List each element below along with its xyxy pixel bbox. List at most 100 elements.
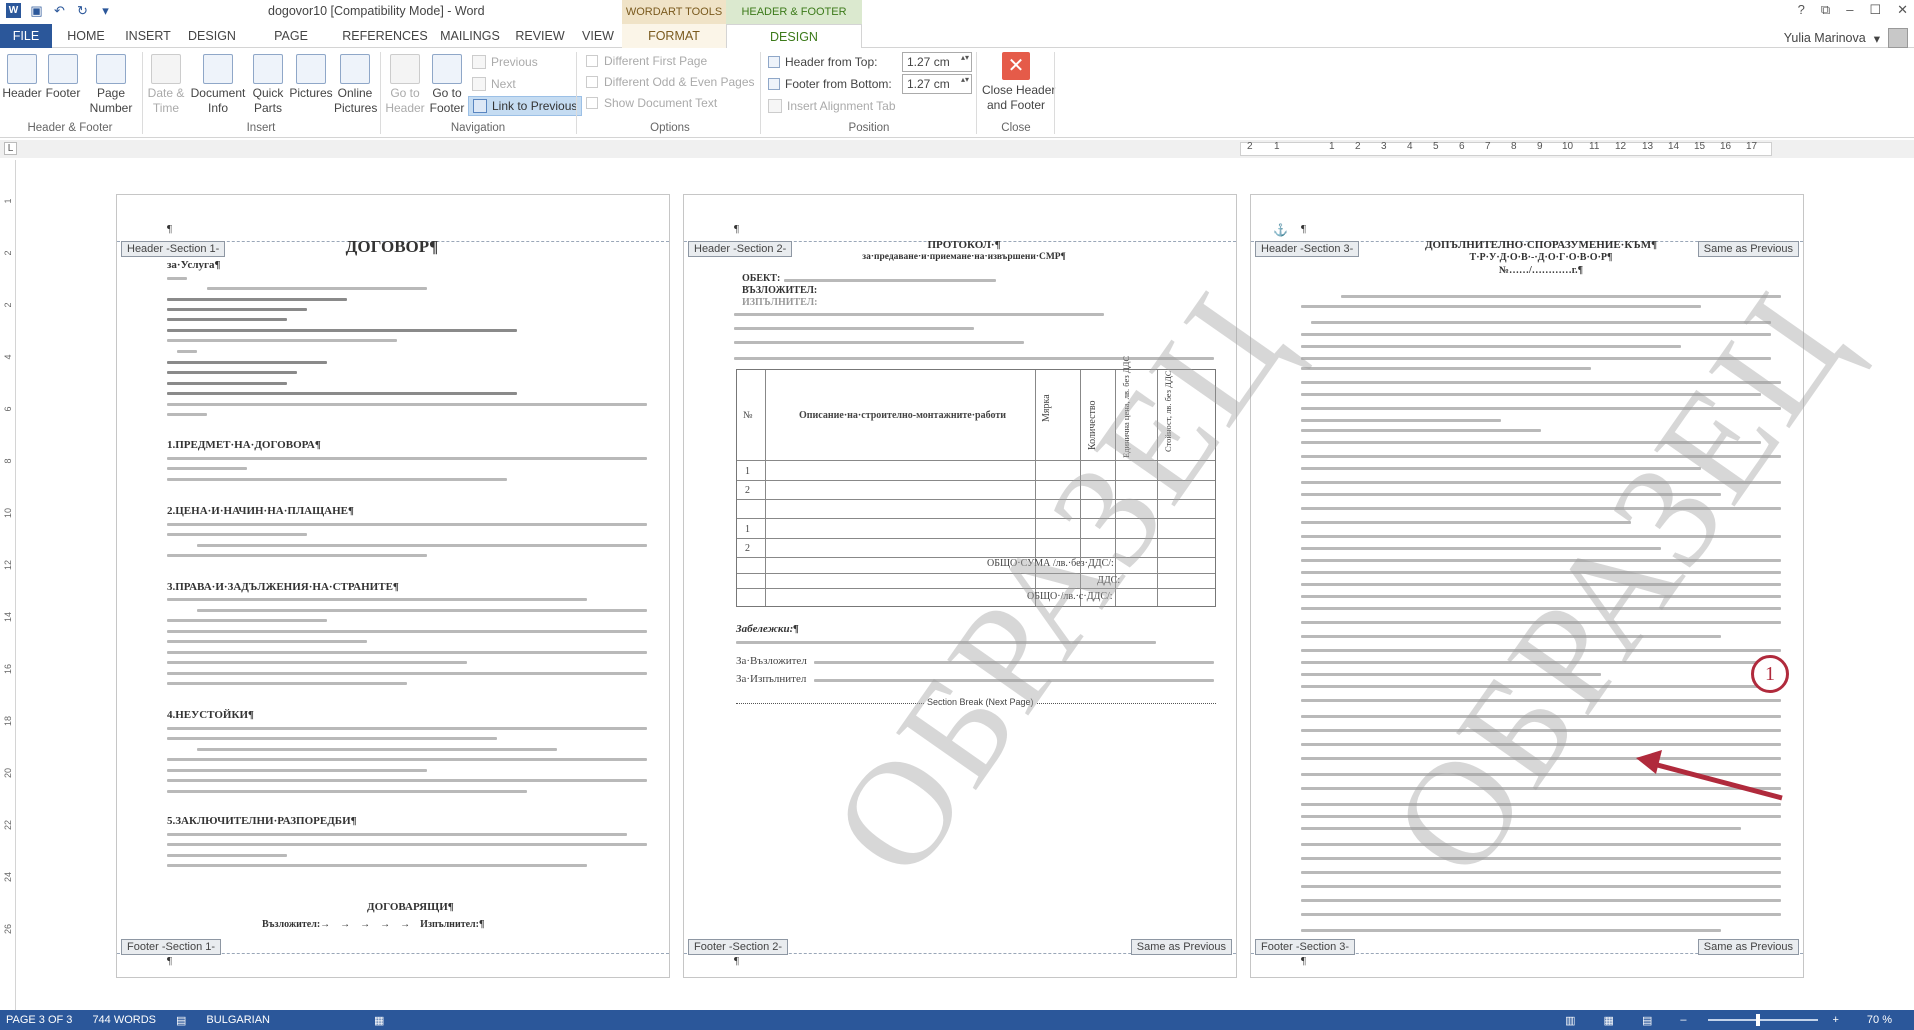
header-icon	[7, 54, 37, 84]
row-5-number: 2	[745, 543, 750, 554]
page-1-title: ДОГОВОР¶	[345, 237, 439, 256]
page-2-notes: Забележки:¶	[736, 623, 799, 635]
page-2-title: ПРОТОКОЛ·¶	[927, 239, 1001, 251]
tab-hf-design[interactable]: DESIGN	[726, 24, 862, 49]
show-document-text-checkbox[interactable]: Show Document Text	[586, 96, 717, 110]
next-button[interactable]: Next	[472, 74, 516, 94]
page-count[interactable]: PAGE 3 OF 3	[6, 1014, 72, 1026]
save-icon[interactable]: ▣	[29, 3, 44, 18]
zoom-slider[interactable]	[1708, 1014, 1819, 1026]
window-title: dogovor10 [Compatibility Mode] - Word	[268, 4, 485, 18]
tab-format[interactable]: FORMAT	[622, 24, 726, 48]
page-3-subtitle: Т·Р·У·Д·О·В·-·Д·О·Г·О·В·О·Р¶	[1469, 252, 1613, 263]
different-first-page-checkbox[interactable]: Different First Page	[586, 54, 707, 68]
tab-view[interactable]: VIEW	[576, 24, 620, 48]
window-controls: ? ⧉ – ☐ ✕	[1798, 2, 1908, 18]
col-number: №	[743, 410, 753, 421]
avatar	[1888, 28, 1908, 48]
vertical-ruler[interactable]: 1 2 2 4 6 8 10 12 14 16 18 20 22 24 26	[0, 160, 16, 1010]
maximize-icon[interactable]: ☐	[1869, 2, 1881, 18]
online-pictures-button[interactable]: Online Pictures	[334, 54, 377, 116]
close-header-footer-button[interactable]: ✕ Close Header and Footer	[982, 52, 1055, 113]
go-to-footer-button[interactable]: Go to Footer	[426, 54, 468, 116]
zoom-in-icon[interactable]: +	[1832, 1014, 1838, 1026]
tab-file[interactable]: FILE	[0, 24, 52, 48]
insert-alignment-tab-button[interactable]: Insert Alignment Tab	[768, 96, 896, 116]
previous-button[interactable]: Previous	[472, 52, 538, 72]
pictures-button[interactable]: Pictures	[288, 54, 334, 101]
tab-review[interactable]: REVIEW	[512, 24, 568, 48]
col-quantity: Количество	[1087, 400, 1098, 450]
ribbon-display-icon[interactable]: ⧉	[1821, 2, 1830, 18]
read-mode-icon[interactable]: ▥	[1565, 1014, 1575, 1027]
tab-insert[interactable]: INSERT	[120, 24, 176, 48]
tab-page-layout[interactable]: PAGE LAYOUT	[248, 24, 334, 67]
print-layout-icon[interactable]: ▦	[1604, 1014, 1614, 1027]
header-section-1-tag: Header -Section 1-	[121, 241, 226, 257]
document-canvas[interactable]: ¶ Header -Section 1- ДОГОВОР¶ за·Услуга¶…	[16, 158, 1914, 1010]
section-break-label: Section Break (Next Page)	[924, 697, 1037, 707]
macro-icon[interactable]: ▦	[374, 1014, 384, 1027]
group-label-options: Options	[650, 122, 690, 134]
web-layout-icon[interactable]: ▤	[1642, 1014, 1652, 1027]
footer-section-3-tag: Footer -Section 3-	[1255, 939, 1356, 955]
annotation-arrow-icon	[1636, 750, 1783, 801]
footer-section-3-same-as-previous: Same as Previous	[1697, 939, 1799, 955]
link-to-previous-button[interactable]: Link to Previous	[468, 96, 583, 116]
row-1-number: 1	[745, 466, 750, 477]
header-position-icon	[768, 56, 780, 68]
header-section-3-same-as-previous: Same as Previous	[1697, 241, 1799, 257]
footer-from-bottom-input[interactable]: 1.27 cm	[902, 74, 972, 94]
status-bar: PAGE 3 OF 3 744 WORDS ▤ BULGARIAN ▦ ▥ ▦ …	[0, 1010, 1914, 1030]
page-number-button[interactable]: Page Number	[86, 54, 136, 116]
date-time-button[interactable]: Date & Time	[144, 54, 188, 116]
tab-selector[interactable]: L	[4, 142, 17, 155]
group-label-position: Position	[848, 122, 890, 134]
word-count[interactable]: 744 WORDS	[92, 1014, 156, 1026]
ruler-bar	[1240, 142, 1772, 156]
footer-section-2-tag: Footer -Section 2-	[688, 939, 789, 955]
help-icon[interactable]: ?	[1798, 2, 1805, 18]
zoom-controls: ▥ ▦ ▤ – + 70 %	[1559, 1010, 1906, 1030]
proofing-icon[interactable]: ▤	[176, 1014, 186, 1027]
footer-button[interactable]: Footer	[42, 54, 84, 101]
title-bar: W ▣ ↶ ↻ ▾ dogovor10 [Compatibility Mode]…	[0, 0, 1914, 42]
header-from-top-input[interactable]: 1.27 cm	[902, 52, 972, 72]
link-icon	[473, 99, 487, 113]
redo-icon[interactable]: ↻	[75, 3, 90, 18]
zoom-level[interactable]: 70 %	[1867, 1014, 1892, 1026]
footer-icon	[48, 54, 78, 84]
minimize-icon[interactable]: –	[1846, 2, 1853, 18]
page-1[interactable]: ¶ Header -Section 1- ДОГОВОР¶ за·Услуга¶…	[116, 194, 670, 978]
group-label-close: Close	[1001, 122, 1031, 134]
different-odd-even-checkbox[interactable]: Different Odd & Even Pages	[586, 75, 755, 89]
user-account[interactable]: Yulia Marinova ▾	[1784, 28, 1908, 48]
tab-home[interactable]: HOME	[60, 24, 112, 48]
tab-references[interactable]: REFERENCES	[342, 24, 428, 48]
page-number-icon	[96, 54, 126, 84]
online-pictures-icon	[340, 54, 370, 84]
go-to-header-button[interactable]: Go to Header	[384, 54, 426, 116]
horizontal-ruler[interactable]: L 2 1 1 2 3 4 5 6 7 8 9 10 11 12 13 14 1…	[0, 140, 1914, 158]
customize-qat-icon[interactable]: ▾	[98, 3, 113, 18]
language[interactable]: BULGARIAN	[206, 1014, 270, 1026]
zoom-out-icon[interactable]: –	[1680, 1014, 1686, 1026]
tab-mailings[interactable]: MAILINGS	[436, 24, 504, 48]
tab-design[interactable]: DESIGN	[184, 24, 240, 48]
header-button[interactable]: Header	[2, 54, 42, 101]
page-2[interactable]: ¶ Header -Section 2- ПРОТОКОЛ·¶ за·преда…	[683, 194, 1237, 978]
document-info-button[interactable]: Document Info	[188, 54, 248, 116]
footer-section-1-tag: Footer -Section 1-	[121, 939, 222, 955]
vat-row: ДДС:	[1097, 575, 1121, 586]
page-3[interactable]: ¶ ⚓ Header -Section 3- Same as Previous …	[1250, 194, 1804, 978]
word-window: W ▣ ↶ ↻ ▾ dogovor10 [Compatibility Mode]…	[0, 0, 1914, 1030]
undo-icon[interactable]: ↶	[52, 3, 67, 18]
protocol-table[interactable]: № Описание·на·строително-монтажните·рабо…	[736, 356, 1216, 607]
user-name: Yulia Marinova	[1783, 31, 1866, 45]
chevron-down-icon: ▾	[1873, 31, 1880, 46]
header-section-3-tag: Header -Section 3-	[1255, 241, 1360, 257]
close-icon[interactable]: ✕	[1897, 2, 1908, 18]
quick-parts-button[interactable]: Quick Parts	[248, 54, 288, 116]
group-label-header-footer: Header & Footer	[27, 122, 113, 134]
page-2-sign-client: За·Възложител	[736, 655, 807, 667]
